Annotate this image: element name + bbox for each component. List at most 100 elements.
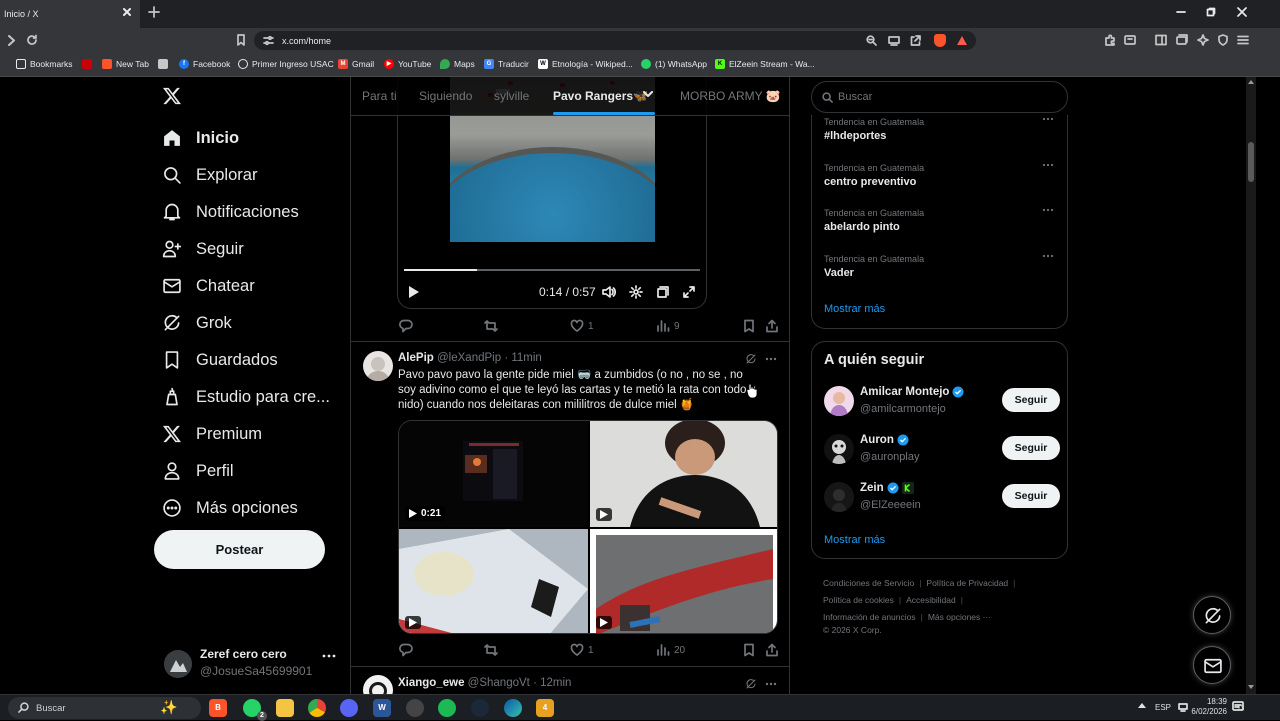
brave-browser-icon[interactable]: B [209, 699, 227, 717]
show-more-trends-link[interactable]: Mostrar más [824, 303, 885, 315]
wallet-icon[interactable] [1124, 34, 1136, 46]
scroll-down-icon[interactable] [1248, 685, 1254, 689]
bookmark-item[interactable]: New Tab [102, 59, 149, 69]
follow-suggestion[interactable]: Zein @ElZeeeein Seguir [824, 480, 1060, 516]
footer-link[interactable]: Más opciones ··· [928, 612, 991, 622]
post-author[interactable]: Xiango_ewe @ShangoVt · 12min [398, 677, 571, 689]
views-button[interactable]: 20 [656, 643, 685, 657]
edge-icon[interactable] [504, 699, 522, 717]
media-video-4[interactable] [590, 529, 777, 633]
share-icon[interactable] [910, 35, 921, 46]
footer-link[interactable]: Política de cookies [823, 595, 894, 605]
maximize-icon[interactable] [1206, 7, 1216, 17]
forward-icon[interactable] [6, 35, 16, 46]
notifications-icon[interactable]: 13 [1232, 701, 1244, 713]
bookmark-item[interactable]: ▶ YouTube [384, 59, 431, 69]
post-button[interactable]: Postear [154, 530, 325, 569]
messages-fab-button[interactable] [1193, 646, 1231, 684]
save-button[interactable] [742, 319, 760, 333]
chevron-down-icon[interactable] [643, 91, 653, 98]
brave-shields-icon[interactable] [934, 34, 946, 47]
media-video-2[interactable] [590, 421, 777, 527]
reply-button[interactable] [399, 643, 417, 657]
scroll-up-icon[interactable] [1248, 80, 1254, 84]
post-author[interactable]: AlePip @leXandPip · 11min [398, 352, 542, 364]
nav-item-premium[interactable]: Premium [162, 424, 262, 444]
avatar[interactable] [363, 351, 393, 381]
bookmark-item[interactable]: (1) WhatsApp [641, 59, 707, 69]
volume-icon[interactable] [602, 285, 616, 299]
like-button[interactable]: 1 [570, 319, 594, 333]
repost-button[interactable] [484, 319, 502, 333]
bookmark-item[interactable]: K ElZeein Stream - Wa... [715, 59, 815, 69]
footer-link[interactable]: Información de anuncios [823, 612, 916, 622]
nav-item-perfil[interactable]: Perfil [162, 461, 234, 481]
video-progress-bar[interactable] [404, 269, 700, 271]
bookmark-page-icon[interactable] [236, 34, 246, 46]
reply-button[interactable] [399, 319, 417, 333]
follow-suggestion[interactable]: Amilcar Montejo @amilcarmontejo Seguir [824, 384, 1060, 420]
bookmark-item[interactable]: Primer Ingreso USAC [238, 59, 334, 69]
nav-item-notificaciones[interactable]: Notificaciones [162, 202, 299, 222]
bookmark-item[interactable]: G Traducir [484, 59, 529, 69]
tab-para-ti[interactable]: Para ti [362, 89, 397, 103]
nav-item-grok[interactable]: Grok [162, 313, 232, 333]
show-more-follow-link[interactable]: Mostrar más [824, 534, 885, 546]
more-dots-icon[interactable] [322, 654, 336, 658]
nav-item-chatear[interactable]: Chatear [162, 276, 255, 296]
share-button[interactable] [765, 319, 783, 333]
more-dots-icon[interactable] [765, 682, 777, 686]
more-dots-icon[interactable] [765, 357, 777, 361]
grok-icon[interactable] [745, 353, 757, 365]
settings-gear-icon[interactable] [629, 285, 643, 299]
spotify-icon[interactable] [438, 699, 456, 717]
tabs-icon[interactable] [1176, 34, 1188, 46]
more-dots-icon[interactable] [1042, 117, 1054, 121]
views-button[interactable]: 9 [656, 319, 680, 333]
steam-icon[interactable] [471, 699, 489, 717]
file-explorer-icon[interactable] [276, 699, 294, 717]
save-button[interactable] [742, 643, 760, 657]
grok-icon[interactable] [745, 678, 757, 690]
bookmark-item[interactable]: f Facebook [179, 59, 230, 69]
site-settings-icon[interactable] [263, 35, 274, 46]
grok-fab-button[interactable] [1193, 596, 1231, 634]
nav-item-seguir[interactable]: Seguir [162, 239, 244, 259]
new-tab-icon[interactable] [148, 6, 160, 18]
browser-tab-active[interactable]: Inicio / X [0, 0, 140, 28]
nav-item-inicio[interactable]: Inicio [162, 128, 239, 148]
trend-item[interactable]: Tendencia en Guatemala abelardo pinto [824, 208, 1060, 233]
tab-pavo-rangers[interactable]: Pavo Rangers🦋 [553, 89, 648, 103]
nav-item-guardados[interactable]: Guardados [162, 350, 278, 370]
follow-button[interactable]: Seguir [1002, 484, 1060, 508]
trend-item[interactable]: Tendencia en Guatemala #lhdeportes [824, 117, 1060, 142]
media-video-1[interactable]: 0:21 [399, 421, 588, 527]
play-icon[interactable] [408, 285, 420, 299]
x-logo-icon[interactable] [162, 86, 182, 106]
scrollbar-thumb[interactable] [1248, 142, 1254, 182]
fullscreen-icon[interactable] [682, 285, 696, 299]
search-input[interactable]: Buscar [811, 81, 1068, 113]
nav-item-explorar[interactable]: Explorar [162, 165, 257, 185]
word-icon[interactable]: W [373, 699, 391, 717]
tab-morbo-army[interactable]: MORBO ARMY 🐷 [680, 89, 781, 103]
nav-item-estudio[interactable]: Estudio para cre... [162, 387, 330, 407]
avatar[interactable] [363, 675, 393, 694]
more-dots-icon[interactable] [1042, 208, 1054, 212]
bookmark-item[interactable] [82, 59, 96, 69]
menu-icon[interactable] [1237, 34, 1249, 46]
leo-ai-icon[interactable] [1197, 34, 1209, 46]
footer-link[interactable]: Política de Privacidad [926, 578, 1008, 588]
minimize-icon[interactable] [1176, 7, 1186, 17]
footer-link[interactable]: Accesibilidad [906, 595, 956, 605]
tab-siguiendo[interactable]: Siguiendo [419, 89, 472, 103]
account-switcher[interactable]: Zeref cero cero @JosueSa45699901 [164, 644, 346, 684]
media-video-3[interactable] [399, 529, 588, 633]
reload-icon[interactable] [26, 34, 38, 46]
repost-button[interactable] [484, 643, 502, 657]
zoom-icon[interactable] [866, 35, 877, 46]
share-button[interactable] [765, 643, 783, 657]
close-window-icon[interactable] [1237, 7, 1247, 17]
clock[interactable]: 18:39 6/02/2026 [1177, 697, 1227, 717]
bookmark-item[interactable]: Maps [440, 59, 475, 69]
